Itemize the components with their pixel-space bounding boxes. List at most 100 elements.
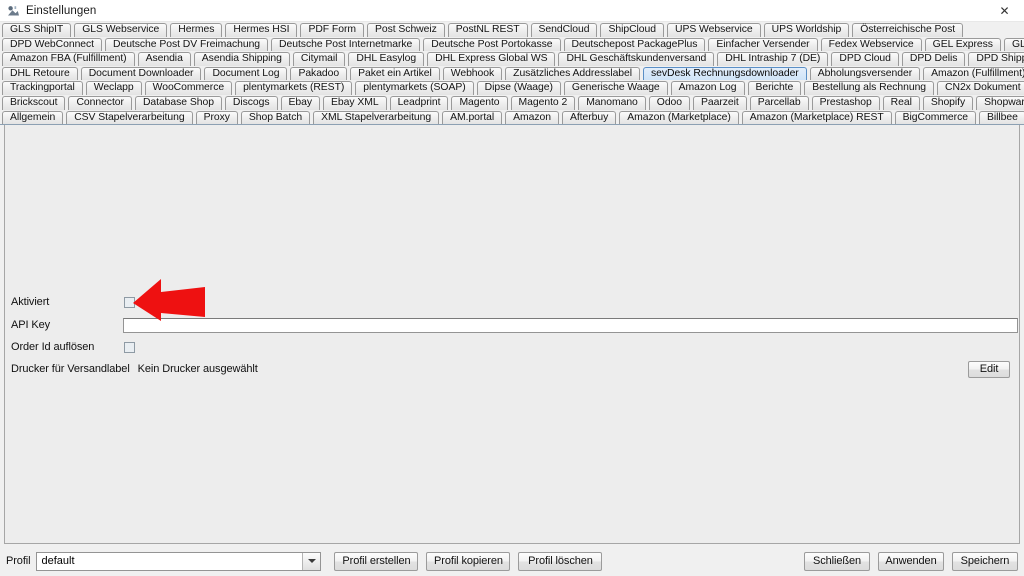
tab-citymail[interactable]: Citymail: [292, 52, 346, 66]
tab-shopify[interactable]: Shopify: [922, 95, 974, 110]
tab-hermes-hsi[interactable]: Hermes HSI: [225, 23, 298, 37]
tab-woocommerce[interactable]: WooCommerce: [144, 81, 233, 95]
tab-magento-2[interactable]: Magento 2: [510, 95, 576, 110]
tab-shop-batch[interactable]: Shop Batch: [240, 110, 311, 125]
tab-dpd-shipperservice-ch[interactable]: DPD ShipperService (CH): [968, 52, 1024, 66]
tab-sevdesk-rechnungsdownloader[interactable]: sevDesk Rechnungsdownloader: [643, 66, 807, 81]
tab-weclapp[interactable]: Weclapp: [85, 81, 142, 95]
tab-ups-webservice[interactable]: UPS Webservice: [666, 23, 761, 37]
tab-ebay[interactable]: Ebay: [280, 95, 321, 110]
tab-deutschepost-packageplus[interactable]: Deutschepost PackagePlus: [563, 37, 706, 52]
close-button[interactable]: Schließen: [804, 551, 870, 571]
close-icon[interactable]: ✕: [985, 0, 1024, 21]
tab-shopware[interactable]: Shopware: [976, 95, 1024, 110]
tab-bestellung-als-rechnung[interactable]: Bestellung als Rechnung: [804, 81, 935, 95]
tab-connector[interactable]: Connector: [68, 95, 132, 110]
tab-gls-webservice[interactable]: GLS Webservice: [74, 23, 168, 37]
tab-deutsche-post-dv-freimachung[interactable]: Deutsche Post DV Freimachung: [105, 37, 269, 52]
tab-xml-stapelverarbeitung[interactable]: XML Stapelverarbeitung: [313, 110, 440, 125]
tab-discogs[interactable]: Discogs: [224, 95, 278, 110]
drucker-value: Kein Drucker ausgewählt: [137, 363, 258, 376]
tab-leadprint[interactable]: Leadprint: [389, 95, 449, 110]
tab-zus-tzliches-addresslabel[interactable]: Zusätzliches Addresslabel: [505, 66, 641, 81]
chevron-down-icon[interactable]: [302, 552, 321, 570]
edit-button[interactable]: Edit: [968, 360, 1010, 378]
tab-amazon-fulfillment[interactable]: Amazon (Fulfillment): [923, 66, 1024, 81]
window-controls: ✕: [985, 0, 1024, 21]
tab-berichte[interactable]: Berichte: [747, 81, 802, 95]
tab-am-portal[interactable]: AM.portal: [442, 110, 503, 125]
apply-button[interactable]: Anwenden: [878, 551, 944, 571]
tab-afterbuy[interactable]: Afterbuy: [561, 110, 617, 125]
tab-asendia[interactable]: Asendia: [137, 52, 191, 66]
tab-odoo[interactable]: Odoo: [648, 95, 691, 110]
tab-dhl-intraship-7-de[interactable]: DHL Intraship 7 (DE): [717, 52, 829, 66]
tab-plentymarkets-rest[interactable]: plentymarkets (REST): [235, 81, 353, 95]
profil-copy-button[interactable]: Profil kopieren: [426, 551, 511, 571]
footer-actions: Schließen Anwenden Speichern: [796, 551, 1018, 571]
aktiviert-checkbox[interactable]: [124, 296, 135, 308]
tab-trackingportal[interactable]: Trackingportal: [2, 81, 83, 95]
tab-manomano[interactable]: Manomano: [578, 95, 646, 110]
drucker-label: Drucker für Versandlabel: [11, 363, 130, 376]
tab-dpd-cloud[interactable]: DPD Cloud: [831, 52, 899, 66]
tab-database-shop[interactable]: Database Shop: [134, 95, 222, 110]
tab-sendcloud[interactable]: SendCloud: [530, 23, 598, 37]
tab-bigcommerce[interactable]: BigCommerce: [894, 110, 976, 125]
tab-amazon-fba-fulfillment[interactable]: Amazon FBA (Fulfillment): [2, 52, 135, 66]
tab-webhook[interactable]: Webhook: [442, 66, 503, 81]
tab-parcellab[interactable]: Parcellab: [749, 95, 809, 110]
tab-document-downloader[interactable]: Document Downloader: [80, 66, 202, 81]
save-button[interactable]: Speichern: [952, 551, 1018, 571]
tab-amazon-log[interactable]: Amazon Log: [670, 81, 745, 95]
tab-amazon-marketplace[interactable]: Amazon (Marketplace): [619, 110, 739, 125]
order-id-checkbox[interactable]: [124, 341, 135, 353]
tab-hermes[interactable]: Hermes: [170, 23, 223, 37]
profil-create-button[interactable]: Profil erstellen: [334, 551, 419, 571]
tab-amazon-marketplace-rest[interactable]: Amazon (Marketplace) REST: [741, 110, 892, 125]
tab-dipse-waage[interactable]: Dipse (Waage): [476, 81, 561, 95]
tab-document-log[interactable]: Document Log: [204, 66, 288, 81]
tab-billbee[interactable]: Billbee: [978, 110, 1024, 125]
tab-brickscout[interactable]: Brickscout: [2, 95, 66, 110]
tab-fedex-webservice[interactable]: Fedex Webservice: [820, 37, 922, 52]
tab-ebay-xml[interactable]: Ebay XML: [323, 95, 387, 110]
tab-sterreichische-post[interactable]: Österreichische Post: [852, 23, 964, 37]
tab-allgemein[interactable]: Allgemein: [2, 110, 64, 125]
tab-real[interactable]: Real: [882, 95, 920, 110]
tab-ups-worldship[interactable]: UPS Worldship: [763, 23, 850, 37]
tab-postnl-rest[interactable]: PostNL REST: [447, 23, 528, 37]
api-key-input[interactable]: [123, 317, 1018, 333]
tab-paket-ein-artikel[interactable]: Paket ein Artikel: [350, 66, 440, 81]
tab-proxy[interactable]: Proxy: [195, 110, 238, 125]
tab-pakadoo[interactable]: Pakadoo: [290, 66, 348, 81]
tab-post-schweiz[interactable]: Post Schweiz: [366, 23, 445, 37]
tab-dpd-webconnect[interactable]: DPD WebConnect: [2, 37, 103, 52]
tab-shipcloud[interactable]: ShipCloud: [600, 23, 664, 37]
tab-asendia-shipping[interactable]: Asendia Shipping: [193, 52, 290, 66]
tab-dhl-express-global-ws[interactable]: DHL Express Global WS: [427, 52, 556, 66]
profil-select[interactable]: default: [36, 551, 322, 571]
tab-pdf-form[interactable]: PDF Form: [300, 23, 364, 37]
tab-deutsche-post-internetmarke[interactable]: Deutsche Post Internetmarke: [271, 37, 421, 52]
tab-gel-express[interactable]: GEL Express: [924, 37, 1001, 52]
tab-cn2x-dokument[interactable]: CN2x Dokument: [937, 81, 1024, 95]
tab-dhl-retoure[interactable]: DHL Retoure: [2, 66, 78, 81]
tab-prestashop[interactable]: Prestashop: [811, 95, 880, 110]
api-key-label: API Key: [11, 319, 51, 332]
tab-deutsche-post-portokasse[interactable]: Deutsche Post Portokasse: [423, 37, 561, 52]
tab-dhl-easylog[interactable]: DHL Easylog: [348, 52, 425, 66]
tab-csv-stapelverarbeitung[interactable]: CSV Stapelverarbeitung: [66, 110, 193, 125]
tab-paarzeit[interactable]: Paarzeit: [693, 95, 747, 110]
tab-magento[interactable]: Magento: [451, 95, 508, 110]
tab-plentymarkets-soap[interactable]: plentymarkets (SOAP): [355, 81, 474, 95]
tab-dhl-gesch-ftskundenversand[interactable]: DHL Geschäftskundenversand: [558, 52, 715, 66]
tab-gls-gepard[interactable]: GLS Gepard: [1003, 37, 1024, 52]
profil-delete-button[interactable]: Profil löschen: [518, 551, 603, 571]
tab-generische-waage[interactable]: Generische Waage: [563, 81, 668, 95]
tab-dpd-delis[interactable]: DPD Delis: [901, 52, 966, 66]
tab-amazon[interactable]: Amazon: [505, 110, 559, 125]
tab-einfacher-versender[interactable]: Einfacher Versender: [708, 37, 818, 52]
tab-gls-shipit[interactable]: GLS ShipIT: [2, 23, 72, 37]
tab-abholungsversender[interactable]: Abholungsversender: [809, 66, 921, 81]
